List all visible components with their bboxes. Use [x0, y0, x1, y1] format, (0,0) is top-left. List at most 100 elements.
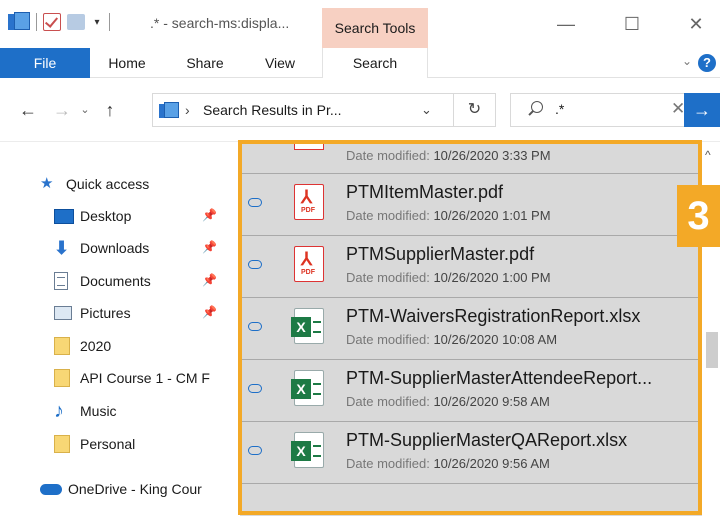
- nav-item-documents[interactable]: Documents 📌: [0, 267, 240, 295]
- list-item[interactable]: X PTM-SupplierMasterQAReport.xlsx Date m…: [240, 422, 702, 484]
- search-results-folder-icon: [159, 102, 179, 120]
- refresh-icon[interactable]: ↻: [453, 94, 495, 126]
- nav-item-label: OneDrive - King Cour: [68, 481, 202, 497]
- breadcrumb-path[interactable]: Search Results in Pr...: [203, 102, 342, 118]
- expand-ribbon-chevron-icon[interactable]: ⌄: [682, 54, 692, 68]
- callout-number-badge: 3: [677, 185, 720, 247]
- maximize-button[interactable]: ☐: [612, 10, 652, 38]
- cloud-sync-icon: [248, 260, 262, 269]
- file-date: Date modified: 10/26/2020 10:08 AM: [346, 332, 558, 347]
- file-date: Date modified: 10/26/2020 9:58 AM: [346, 394, 550, 409]
- pdf-file-icon: ⅄ PDF: [294, 246, 324, 282]
- list-item[interactable]: X PTM-SupplierMasterAttendeeReport... Da…: [240, 360, 702, 422]
- search-icon: [531, 101, 543, 113]
- nav-item-music[interactable]: ♪ Music: [0, 397, 240, 425]
- nav-item-pictures[interactable]: Pictures 📌: [0, 299, 240, 327]
- help-icon[interactable]: ?: [698, 54, 716, 72]
- quick-access-toolbar: ▾: [8, 12, 110, 32]
- pin-icon: 📌: [202, 240, 217, 254]
- folder-icon: [54, 337, 70, 355]
- nav-item-api-course[interactable]: API Course 1 - CM F: [0, 364, 240, 392]
- music-icon: ♪: [54, 400, 64, 422]
- excel-file-icon: X: [291, 308, 324, 344]
- nav-item-label: API Course 1 - CM F: [80, 370, 210, 386]
- pin-icon: 📌: [202, 273, 217, 287]
- file-date: Date modified: 10/26/2020 1:01 PM: [346, 208, 551, 223]
- minimize-button[interactable]: —: [546, 10, 586, 38]
- file-name[interactable]: PTMSupplierMaster.pdf: [346, 244, 534, 265]
- cloud-sync-icon: [248, 198, 262, 207]
- scroll-up-chevron-icon[interactable]: ^: [705, 148, 711, 162]
- file-date: Date modified: 10/26/2020 9:56 AM: [346, 456, 550, 471]
- address-dropdown-chevron-icon[interactable]: ⌄: [421, 102, 432, 118]
- tab-search[interactable]: Search: [322, 48, 428, 78]
- new-folder-icon[interactable]: [67, 14, 85, 30]
- cloud-sync-icon: [248, 446, 262, 455]
- tab-share[interactable]: Share: [176, 48, 234, 78]
- desktop-icon: [54, 209, 74, 224]
- search-box[interactable]: .* ✕ →: [510, 93, 720, 127]
- folder-icon: [54, 435, 70, 453]
- documents-icon: [54, 272, 68, 290]
- pdf-file-icon: ⅄ PDF: [294, 184, 324, 220]
- tab-view[interactable]: View: [256, 48, 304, 78]
- list-item[interactable]: X PTM-WaiversRegistrationReport.xlsx Dat…: [240, 298, 702, 360]
- nav-item-downloads[interactable]: ⬇ Downloads 📌: [0, 234, 240, 262]
- pin-icon: 📌: [202, 208, 217, 222]
- properties-check-icon[interactable]: [43, 13, 61, 31]
- divider: [109, 13, 110, 31]
- forward-arrow-icon[interactable]: →: [50, 98, 74, 122]
- nav-item-desktop[interactable]: Desktop 📌: [0, 202, 240, 230]
- file-date: Date modified: 10/26/2020 3:33 PM: [346, 148, 551, 163]
- nav-item-quick-access[interactable]: ★ Quick access: [0, 170, 240, 198]
- address-row: ← → ⌄ ↑ › Search Results in Pr... ⌄ ↻ .*…: [0, 78, 720, 142]
- pin-icon: 📌: [202, 305, 217, 319]
- search-tools-context-tab: Search Tools: [322, 8, 428, 48]
- explorer-window-icon[interactable]: [8, 12, 30, 32]
- pdf-file-icon: [294, 142, 324, 150]
- nav-item-label: 2020: [80, 338, 112, 354]
- file-date: Date modified: 10/26/2020 1:00 PM: [346, 270, 551, 285]
- list-item[interactable]: ⅄ PDF PTMSupplierMaster.pdf Date modified…: [240, 236, 702, 298]
- navigation-pane: ★ Quick access Desktop 📌 ⬇ Downloads 📌 D…: [0, 142, 240, 516]
- list-item[interactable]: ⅄ PDF PTMItemMaster.pdf Date modified: 10…: [240, 174, 702, 236]
- file-name[interactable]: PTM-SupplierMasterQAReport.xlsx: [346, 430, 627, 451]
- breadcrumb-chevron-icon[interactable]: ›: [185, 102, 190, 118]
- search-results-list: Date modified: 10/26/2020 3:33 PM ⅄ PDF P…: [240, 142, 702, 516]
- cloud-sync-icon: [248, 384, 262, 393]
- window-title: .* - search-ms:displa...: [150, 15, 290, 31]
- title-bar: ▾ .* - search-ms:displa... Search Tools …: [0, 0, 720, 48]
- back-arrow-icon[interactable]: ←: [16, 98, 40, 122]
- recent-locations-chevron-icon[interactable]: ⌄: [78, 98, 92, 122]
- excel-file-icon: X: [291, 432, 324, 468]
- star-icon: ★: [40, 175, 54, 192]
- download-icon: ⬇: [54, 238, 70, 258]
- folder-icon: [54, 369, 70, 387]
- list-item[interactable]: Date modified: 10/26/2020 3:33 PM: [240, 142, 702, 174]
- pictures-icon: [54, 306, 72, 320]
- onedrive-cloud-icon: [40, 484, 62, 495]
- nav-item-label: Quick access: [66, 176, 150, 192]
- nav-item-label: Personal: [80, 436, 136, 452]
- search-input[interactable]: .*: [555, 101, 564, 117]
- nav-item-label: Music: [80, 403, 117, 419]
- excel-file-icon: X: [291, 370, 324, 406]
- file-name[interactable]: PTMItemMaster.pdf: [346, 182, 503, 203]
- divider: [36, 13, 37, 31]
- search-tools-label: Search Tools: [334, 20, 416, 36]
- nav-item-2020[interactable]: 2020: [0, 332, 240, 360]
- chevron-down-icon[interactable]: ▾: [91, 17, 103, 28]
- tab-file[interactable]: File: [0, 48, 90, 78]
- scrollbar-thumb[interactable]: [706, 332, 718, 368]
- file-name[interactable]: PTM-WaiversRegistrationReport.xlsx: [346, 306, 640, 327]
- close-button[interactable]: ✕: [676, 10, 716, 38]
- cloud-sync-icon: [248, 322, 262, 331]
- nav-item-onedrive[interactable]: OneDrive - King Cour: [0, 475, 240, 503]
- tab-home[interactable]: Home: [100, 48, 154, 78]
- up-arrow-icon[interactable]: ↑: [98, 98, 122, 122]
- address-bar[interactable]: › Search Results in Pr... ⌄ ↻: [152, 93, 496, 127]
- ribbon-tabs: File Home Share View Search ⌄ ?: [0, 48, 720, 78]
- search-go-arrow-icon[interactable]: →: [684, 93, 720, 127]
- file-name[interactable]: PTM-SupplierMasterAttendeeReport...: [346, 368, 652, 389]
- nav-item-personal[interactable]: Personal: [0, 430, 240, 458]
